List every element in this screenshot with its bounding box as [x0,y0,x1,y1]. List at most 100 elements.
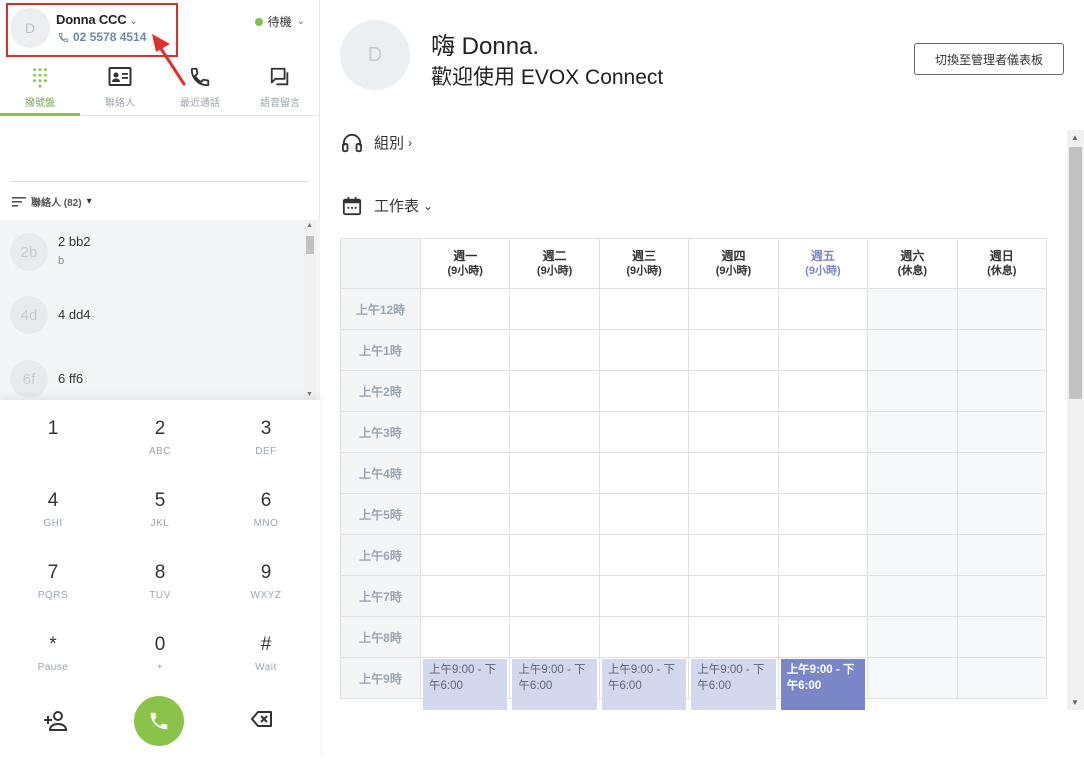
key-digit: 5 [154,490,166,511]
schedule-cell [688,575,779,617]
schedule-cell [598,616,690,658]
list-item[interactable]: 6f 6 ff6 [0,347,300,400]
shift-block[interactable]: 上午9:00 - 下午6:00 [691,659,776,710]
shift-block[interactable]: 上午9:00 - 下午6:00 [423,659,508,710]
key-digit: 1 [47,418,59,439]
list-item[interactable]: 4d 4 dd4 [0,283,300,347]
key-digit: 0 [154,634,166,655]
switch-admin-dashboard-button[interactable]: 切換至管理者儀表板 [914,43,1064,75]
calendar-icon [342,196,362,215]
key-hash[interactable]: # Wait [213,616,319,676]
day-header: 週三 (9小時) [598,238,690,289]
scroll-down-icon[interactable]: ▼ [1071,698,1079,707]
contacts-list: 2b 2 bb2 b 4d 4 dd4 6f 6 ff6 ▲ ▼ [0,220,320,400]
schedule-cell [956,452,1048,494]
schedule-cell [956,411,1048,453]
schedule-cell [777,493,869,535]
schedule-cell [509,452,600,494]
schedule-cell [419,493,511,535]
schedule-cell: 上午9:00 - 下午6:00 [419,657,511,710]
shift-block[interactable]: 上午9:00 - 下午6:00 [601,659,687,710]
add-contact-icon[interactable] [44,710,68,732]
key-letters: MNO [253,518,279,529]
scroll-up-icon[interactable]: ▲ [306,222,313,229]
schedule-cell [419,452,511,494]
schedule-row: 上午3時 [340,411,1048,453]
contacts-scrollbar[interactable]: ▲ ▼ [304,220,316,400]
tab-contacts[interactable]: 聯絡人 [80,62,160,115]
schedule-cell [777,616,869,658]
key-letters: DEF [255,446,277,457]
hour-label: 上午7時 [340,575,421,617]
day-header: 週日 (休息) [956,238,1048,289]
groups-section[interactable]: 組別 › [341,132,412,153]
status-selector[interactable]: 待機 ⌄ [254,13,305,30]
key-0[interactable]: 0 + [107,616,213,676]
main-panel: D 嗨 Donna. 歡迎使用 EVOX Connect 切換至管理者儀表板 組… [320,0,1084,761]
key-star[interactable]: * Pause [0,616,106,676]
hour-label: 上午8時 [340,616,421,658]
schedule-cell [598,575,690,617]
contact-name: 4 dd4 [58,307,91,322]
scroll-down-icon[interactable]: ▼ [306,391,313,398]
tab-dialpad[interactable]: 撥號盤 [0,62,80,116]
caret-down-icon: ▾ [86,196,92,207]
day-header: 週六 (休息) [867,238,958,289]
key-letters: Pause [37,662,69,673]
dial-input[interactable] [0,117,320,181]
key-9[interactable]: 9 WXYZ [213,544,319,604]
shift-block[interactable]: 上午9:00 - 下午6:00 [780,659,866,710]
schedule-row: 上午4時 [340,452,1048,494]
contact-sub: b [58,255,65,267]
schedule-cell [867,534,958,576]
key-digit: 2 [154,418,166,439]
day-header: 週四 (9小時) [688,238,779,289]
scroll-thumb[interactable] [306,236,314,254]
day-hours: (9小時) [805,264,841,277]
schedule-section[interactable]: 工作表 ⌄ [341,195,433,216]
tab-recent-calls[interactable]: 最近通話 [160,62,240,115]
schedule-row: 上午9時 上午9:00 - 下午6:00 上午9:00 - 下午6:00 上午9:00… [340,657,1048,710]
schedule-cell [688,452,779,494]
groups-label: 組別 [374,135,405,152]
tab-voicemail[interactable]: 語音留言 [240,62,320,115]
schedule-cell [419,288,511,330]
day-name: 週二 [542,248,567,263]
key-4[interactable]: 4 GHI [0,472,106,532]
day-header-today: 週五 (9小時) [777,238,869,289]
key-8[interactable]: 8 TUV [107,544,213,604]
backspace-icon[interactable] [251,711,273,727]
contacts-sort[interactable]: 聯絡人 (82) ▾ [12,194,92,209]
key-2[interactable]: 2 ABC [107,400,213,460]
key-7[interactable]: 7 PQRS [0,544,106,604]
headset-icon [341,133,362,152]
key-6[interactable]: 6 MNO [213,472,319,532]
schedule-cell [956,616,1048,658]
corner-cell [340,238,421,289]
scroll-up-icon[interactable]: ▲ [1071,133,1079,142]
schedule-cell [777,575,869,617]
schedule-cell [598,452,690,494]
scroll-thumb[interactable] [1069,147,1082,399]
schedule-row: 上午2時 [340,370,1048,412]
phone-icon [190,67,210,87]
schedule-cell [688,288,779,330]
key-1[interactable]: 1 [0,400,106,460]
key-5[interactable]: 5 JKL [107,472,213,532]
schedule-cell [867,452,958,494]
schedule-cell [956,493,1048,535]
key-3[interactable]: 3 DEF [213,400,319,460]
status-label: 待機 [267,15,292,29]
schedule-cell [598,534,690,576]
shift-block[interactable]: 上午9:00 - 下午6:00 [512,659,597,710]
schedule-cell [509,616,600,658]
schedule-cell [867,493,958,535]
list-item[interactable]: 2b 2 bb2 b [0,220,300,284]
welcome-title: 歡迎使用 EVOX Connect [431,66,664,89]
call-button[interactable] [134,696,184,746]
page-scrollbar[interactable]: ▲ ▼ [1067,130,1084,710]
schedule-cell [956,657,1048,699]
chevron-down-icon: ⌄ [423,198,434,213]
contact-name: 6 ff6 [58,371,84,386]
dialpad: 1 2 ABC 3 DEF 4 GHI 5 JKL 6 MNO 7 PQRS 8 TUV 9 W… [0,400,320,761]
